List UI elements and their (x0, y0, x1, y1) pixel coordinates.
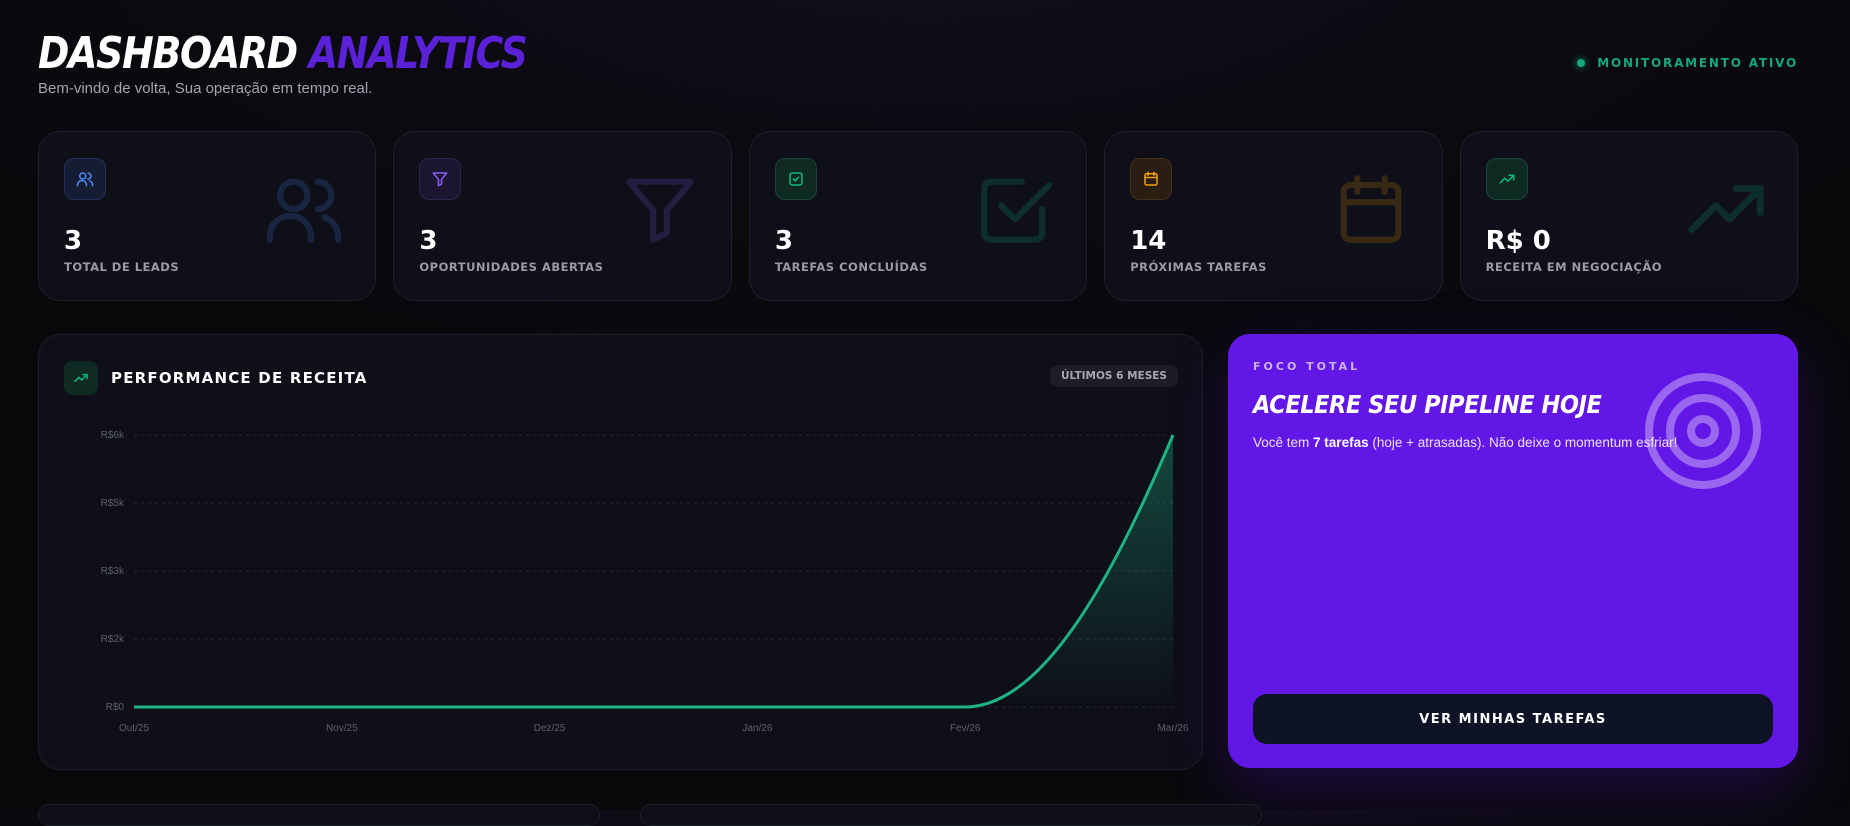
stat-card-leads[interactable]: 3 TOTAL DE LEADS (38, 131, 377, 301)
stat-value: 3 (419, 226, 438, 256)
revenue-performance-card: PERFORMANCE DE RECEITA ÚLTIMOS 6 MESES R… (38, 334, 1203, 770)
calendar-bg-icon (1340, 175, 1402, 243)
checkbox-icon (774, 158, 817, 200)
stat-label: PRÓXIMAS TAREFAS (1130, 260, 1267, 274)
funnel-bg-icon (625, 178, 694, 243)
chart-grid (134, 434, 1173, 708)
stats-row: 3 TOTAL DE LEADS 3 OPORTUNIDADES ABERTAS… (38, 131, 1799, 301)
stat-card-revenue[interactable]: R$ 0 RECEITA EM NEGOCIAÇÃO (1459, 131, 1799, 301)
view-my-tasks-button[interactable]: VER MINHAS TAREFAS (1253, 694, 1773, 744)
x-tick-label: Nov/25 (326, 723, 358, 734)
y-tick-label: R$2k (101, 634, 125, 645)
y-tick-label: R$5k (101, 498, 125, 509)
x-tick-label: Fev/26 (950, 723, 981, 734)
funnel-icon (419, 158, 462, 200)
y-axis: R$0 R$2k R$3k R$5k R$6k (101, 430, 125, 713)
stat-label: TOTAL DE LEADS (64, 260, 180, 274)
monitoring-status-label: MONITORAMENTO ATIVO (1597, 56, 1798, 70)
stat-value: 3 (64, 226, 83, 256)
page-title-part1: DASHBOARD (38, 28, 298, 79)
stat-value: R$ 0 (1485, 226, 1551, 256)
stat-label: OPORTUNIDADES ABERTAS (419, 260, 604, 274)
trending-up-icon (1485, 158, 1528, 200)
next-card-peek-middle (640, 804, 1262, 826)
stat-value: 3 (774, 226, 793, 256)
focus-desc-suffix: (hoje + atrasadas). Não deixe o momentum… (1368, 435, 1678, 450)
page-subtitle: Bem-vindo de volta, Sua operação em temp… (38, 80, 373, 97)
x-axis: Out/25 Nov/25 Dez/25 Jan/26 Fev/26 Mar/26 (119, 723, 1189, 734)
page-header: DASHBOARD ANALYTICS Bem-vindo de volta, … (38, 30, 1798, 100)
focus-desc-tasks-count: 7 tarefas (1313, 435, 1369, 450)
monitoring-status: MONITORAMENTO ATIVO (1577, 56, 1798, 70)
y-tick-label: R$6k (101, 430, 125, 441)
stat-card-upcoming-tasks[interactable]: 14 PRÓXIMAS TAREFAS (1104, 131, 1443, 301)
stat-card-opportunities[interactable]: 3 OPORTUNIDADES ABERTAS (393, 131, 732, 301)
trending-up-bg-icon (1688, 185, 1764, 233)
y-tick-label: R$0 (106, 702, 125, 713)
focus-card: FOCO TOTAL ACELERE SEU PIPELINE HOJE Voc… (1228, 334, 1798, 768)
users-bg-icon (267, 178, 342, 243)
focus-eyebrow: FOCO TOTAL (1253, 360, 1361, 373)
stat-value: 14 (1130, 226, 1167, 256)
checkbox-bg-icon (981, 178, 1053, 243)
x-tick-label: Dez/25 (534, 723, 566, 734)
next-card-peek-left (38, 804, 600, 826)
focus-desc-prefix: Você tem (1253, 435, 1314, 450)
x-tick-label: Out/25 (119, 723, 149, 734)
status-dot-icon (1577, 59, 1586, 67)
target-icon (1645, 373, 1761, 489)
stat-label: RECEITA EM NEGOCIAÇÃO (1485, 260, 1662, 274)
users-icon (64, 158, 106, 200)
revenue-chart: R$0 R$2k R$3k R$5k R$6k Out/25 Nov/25 Dez/25 Ja… (101, 430, 1189, 734)
stat-label: TAREFAS CONCLUÍDAS (774, 260, 928, 274)
x-tick-label: Jan/26 (742, 723, 772, 734)
page-title-part2: ANALYTICS (308, 28, 528, 79)
y-tick-label: R$3k (101, 566, 125, 577)
calendar-icon (1130, 158, 1173, 200)
x-tick-label: Mar/26 (1157, 723, 1189, 734)
focus-heading: ACELERE SEU PIPELINE HOJE (1253, 390, 1602, 419)
page-title: DASHBOARD ANALYTICS (38, 30, 1552, 78)
focus-description: Você tem 7 tarefas (hoje + atrasadas). N… (1253, 435, 1677, 450)
stat-card-tasks-done[interactable]: 3 TAREFAS CONCLUÍDAS (748, 131, 1088, 301)
